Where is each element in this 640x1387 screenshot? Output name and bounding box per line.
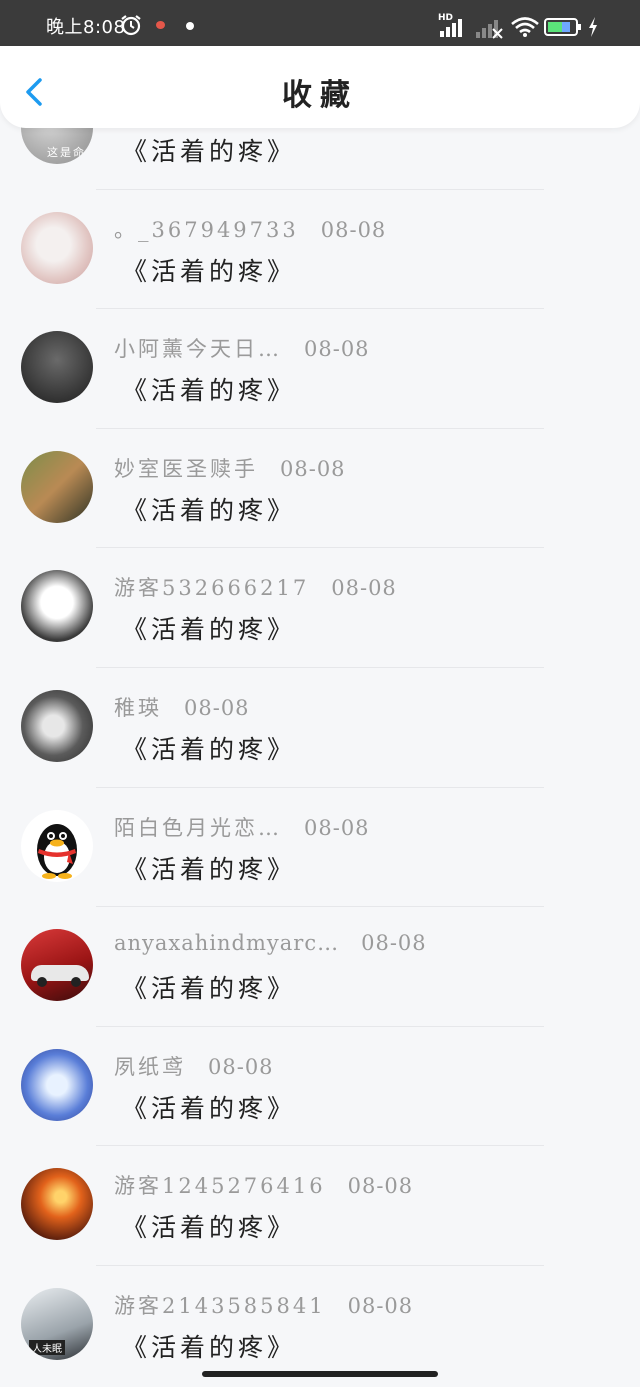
item-title: 《活着的疼》 [122,256,297,286]
list-item[interactable]: 夙纸鸢 08-08 《活着的疼》 [0,1027,640,1147]
wheel [71,977,81,988]
item-date: 08-08 [347,1174,414,1199]
list-item[interactable]: 人未眠 游客2143585841 08-08 《活着的疼》 [0,1266,640,1386]
user-name: 游客1245276416 [114,1174,326,1199]
item-date: 08-08 [361,931,427,956]
user-name: anyaxahindmyarc… [114,931,340,956]
avatar [21,1048,93,1121]
item-meta: 稚瑛 08-08 [114,692,250,720]
list-item[interactable]: 小阿薰今天日… 08-08 《活着的疼》 [0,309,640,429]
avatar [21,331,93,404]
penguin-icon [37,823,77,879]
list-item[interactable]: anyaxahindmyarc… 08-08 《活着的疼》 [0,907,640,1027]
avatar-caption: 人未眠 [29,1339,65,1355]
avatar: 人未眠 [21,1287,93,1360]
status-time: 晚上8:08 [46,17,126,38]
item-date: 08-08 [208,1054,274,1079]
user-name: 夙纸鸢 [114,1054,186,1079]
list-item[interactable]: 稚瑛 08-08 《活着的疼》 [0,668,640,788]
avatar [21,1168,93,1241]
list-item[interactable]: 游客1245276416 08-08 《活着的疼》 [0,1146,640,1266]
avatar [21,450,93,523]
wifi-icon [511,17,539,37]
app-header: 收藏 [0,46,640,128]
item-title: 《活着的疼》 [122,137,297,166]
avatar-caption: 这是命 [47,146,86,159]
bolt-icon [589,17,597,37]
item-meta: 游客2143585841 08-08 [114,1290,413,1318]
item-date: 08-08 [347,1293,414,1318]
user-name: 游客2143585841 [114,1293,326,1318]
item-meta: anyaxahindmyarc… 08-08 [114,931,427,959]
avatar [21,689,93,762]
item-meta: 游客1245276416 08-08 [114,1170,413,1198]
item-title: 《活着的疼》 [122,1093,297,1123]
item-title: 《活着的疼》 [122,1213,297,1243]
home-indicator[interactable] [202,1371,438,1377]
signal-icon: HD [438,13,468,38]
avatar [21,570,93,643]
user-name: 游客532666217 [114,576,310,601]
item-date: 08-08 [304,815,370,840]
item-date: 08-08 [331,576,397,601]
item-meta: 。_367949733 08-08 [114,214,386,242]
user-name: 陌白色月光恋… [114,815,282,840]
page-title: 收藏 [282,78,358,113]
wheel [37,977,47,988]
user-name: 稚瑛 [114,695,162,720]
alarm-clock-icon [121,15,141,36]
status-bar: 晚上8:08 HD [0,0,640,46]
user-name: 小阿薰今天日… [114,337,282,362]
item-meta: 小阿薰今天日… 08-08 [114,333,370,361]
item-date: 08-08 [184,695,250,720]
item-title: 《活着的疼》 [122,495,297,525]
list-item[interactable]: 。_367949733 08-08 《活着的疼》 [0,190,640,310]
list-item[interactable]: 游客532666217 08-08 《活着的疼》 [0,548,640,668]
list-item[interactable]: 陌白色月光恋… 08-08 《活着的疼》 [0,788,640,908]
item-title: 《活着的疼》 [122,854,297,884]
avatar [21,211,93,284]
item-meta: 游客532666217 08-08 [114,572,397,600]
item-title: 《活着的疼》 [122,615,297,645]
item-title: 《活着的疼》 [122,974,297,1004]
avatar [21,929,93,1002]
item-date: 08-08 [280,456,346,481]
item-meta: 夙纸鸢 08-08 [114,1051,274,1079]
user-name: 。_367949733 [114,217,299,242]
item-meta: 妙室医圣赎手 08-08 [114,453,346,481]
signal-2-icon [476,20,503,39]
item-date: 08-08 [304,337,370,362]
notification-icon [186,22,194,30]
item-title: 《活着的疼》 [122,734,297,764]
list-item[interactable]: 妙室医圣赎手 08-08 《活着的疼》 [0,429,640,549]
item-title: 《活着的疼》 [122,1332,297,1362]
item-date: 08-08 [320,217,387,242]
favorites-list: 这是命 《活着的疼》 。_367949733 08-08 《活着的疼》 小阿薰今天… [0,70,640,1386]
battery-icon [544,18,581,36]
avatar [21,809,93,882]
item-meta: 陌白色月光恋… 08-08 [114,812,370,840]
notification-icon [156,21,165,29]
item-title: 《活着的疼》 [122,376,297,406]
user-name: 妙室医圣赎手 [114,456,258,481]
